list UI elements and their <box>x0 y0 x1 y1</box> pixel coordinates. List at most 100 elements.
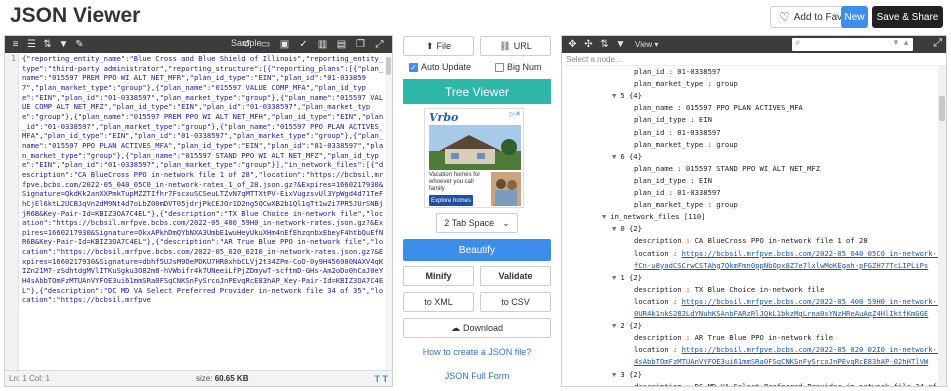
scroll-thumb[interactable] <box>386 57 391 75</box>
tree-node[interactable]: ▼ 5 {4} <box>612 90 642 102</box>
sort-icon[interactable]: ⇅ <box>598 38 611 51</box>
new-button[interactable]: New <box>841 6 868 28</box>
sort-icon[interactable]: ⇅ <box>41 38 54 51</box>
json-text[interactable]: {"reporting_entity_name":"Blue Cross and… <box>22 54 384 305</box>
tree-leaf[interactable]: location : https://bcbsil.mrfpve.bcbs.co… <box>634 344 938 356</box>
download-button[interactable]: ☁ Download <box>403 318 551 338</box>
ad-close-icon[interactable]: ▷✕ <box>510 110 521 118</box>
print-icon[interactable]: ▤ <box>335 38 348 51</box>
format-icon[interactable]: ≡ <box>9 38 22 51</box>
search-nav-icon[interactable]: ▼ ▲ <box>892 38 910 47</box>
add-to-fav-button[interactable]: ♡ Add to Fav <box>770 6 852 28</box>
tree-leaf[interactable]: plan_name : 015597 PPO PLAN ACTIVES_MFA <box>634 102 803 114</box>
tree-node[interactable]: ▼ 1 {2} <box>612 272 642 284</box>
save-share-button[interactable]: Save & Share <box>872 6 943 28</box>
tree-leaf[interactable]: description : CA BlueCross PPO in-networ… <box>634 235 868 247</box>
tree-leaf[interactable]: plan_market_type : group <box>634 139 738 151</box>
repair-icon[interactable]: ✎ <box>73 38 86 51</box>
tree-leaf[interactable]: plan_id : 01-0338597 <box>634 127 721 139</box>
advertisement[interactable]: Vrbo ▷✕ Vacation homes for whoever you c… <box>424 108 524 208</box>
tree-leaf[interactable]: plan_name : 015597 STAND PPO WI ALT NET_… <box>634 163 820 175</box>
tree-leaf[interactable]: 0UR4k1nkS282LdYNuhKSAnbFARzRlJQkL1bkzMgL… <box>634 308 928 320</box>
json-full-form-link[interactable]: JSON Full Form <box>403 371 551 381</box>
save-icon[interactable]: ▣ <box>278 38 291 51</box>
heart-icon: ♡ <box>779 10 790 24</box>
tree-node[interactable]: ▼ 3 {2} <box>612 369 642 381</box>
checkbox-checked-icon[interactable]: ✓ <box>409 62 418 72</box>
page-title: JSON Viewer <box>10 4 141 27</box>
location-link[interactable]: fCn-u8yadCSCrwCSTAhg7QkmFmn0ppNbOpx8Z7e7… <box>634 261 928 270</box>
fullscreen-icon[interactable]: ⤢ <box>373 38 386 51</box>
viewer-scrollbar[interactable] <box>938 66 946 386</box>
file-button[interactable]: ⬆ File <box>403 36 474 56</box>
minify-button[interactable]: Minify <box>403 266 474 286</box>
expand-toggle-icon[interactable]: ▼ <box>612 152 616 161</box>
code-editor[interactable]: 1 {"reporting_entity_name":"Blue Cross a… <box>5 53 392 371</box>
tree-leaf[interactable]: location : https://bcbsil.mrfpve.bcbs.co… <box>634 248 938 260</box>
tree-leaf[interactable]: 4sAbbTOmFzMTUAnVYFOE3ui61mmSRa0FSqCNKSnF… <box>634 356 928 368</box>
tree-leaf[interactable]: plan_id : 01-0338597 <box>634 187 721 199</box>
expand-toggle-icon[interactable]: ▼ <box>612 91 616 100</box>
beautify-button[interactable]: Beautify <box>403 239 551 261</box>
tree-leaf[interactable]: plan_market_type : group <box>634 199 738 211</box>
check-icon[interactable]: ✓ <box>297 38 310 51</box>
json-tree[interactable]: plan_id : 01-0338597 plan_market_type : g… <box>562 66 938 386</box>
text-tools-icon[interactable]: T T <box>375 374 389 384</box>
how-to-create-link[interactable]: How to create a JSON file? <box>403 347 551 357</box>
view-menu[interactable]: View ▾ <box>635 40 658 49</box>
tree-node[interactable]: ▼ 6 {4} <box>612 151 642 163</box>
ad-cta-button[interactable]: Explore homes <box>429 195 473 206</box>
tree-node[interactable]: ▼ in_network_files [110] <box>602 211 706 223</box>
node-text: 1 {2} <box>620 272 642 282</box>
auto-update-checkbox[interactable]: ✓ Auto Update <box>409 62 471 72</box>
ad-brand-logo: Vrbo <box>429 111 459 124</box>
url-button[interactable]: ⛓ URL <box>480 36 551 56</box>
checkbox-empty-icon[interactable] <box>495 62 504 72</box>
indent-select[interactable]: 2 Tab Space ⌄ <box>436 213 518 233</box>
node-text: plan_id : 01-0338597 <box>634 127 721 137</box>
location-link[interactable]: https://bcbsil.mrfpve.bcbs.com/2022-05_4… <box>682 297 938 306</box>
editor-scrollbar[interactable] <box>385 53 392 371</box>
history-icon[interactable]: ↺ <box>240 38 253 51</box>
delete-icon[interactable]: ▥ <box>316 38 329 51</box>
validate-button[interactable]: Validate <box>480 266 551 286</box>
location-link[interactable]: https://bcbsil.mrfpve.bcbs.com/2022-05_0… <box>682 345 938 354</box>
open-file-icon[interactable]: ▭ <box>259 38 272 51</box>
tree-leaf[interactable]: plan_id : 01-0338597 <box>634 66 721 78</box>
header: JSON Viewer ♡ Add to Fav New Save & Shar… <box>0 0 951 34</box>
expand-toggle-icon[interactable]: ▼ <box>602 212 606 221</box>
tree-viewer-button[interactable]: Tree Viewer <box>403 79 551 104</box>
expand-toggle-icon[interactable]: ▼ <box>612 273 616 282</box>
tree-node[interactable]: ▼ 2 {2} <box>612 320 642 332</box>
ad-people-image <box>491 172 521 206</box>
expand-toggle-icon[interactable]: ▼ <box>612 321 616 330</box>
compact-icon[interactable]: ☰ <box>25 38 38 51</box>
location-link[interactable]: 4sAbbTOmFzMTUAnVYFOE3ui61mmSRa0FSqCNKSnF… <box>634 357 928 366</box>
location-link[interactable]: 0UR4k1nkS282LdYNuhKSAnbFARzRlJQkL1bkzMgL… <box>634 309 928 318</box>
collapse-all-icon[interactable]: ✣ <box>582 38 595 51</box>
tree-leaf[interactable]: description : AR True Blue PPO in-networ… <box>634 332 833 344</box>
copy-icon[interactable]: ❐ <box>354 38 367 51</box>
node-text: in_network_files [110] <box>610 212 706 222</box>
to-csv-button[interactable]: to CSV <box>480 292 551 312</box>
node-text: plan_id : 01-0338597 <box>634 188 721 197</box>
filter-icon[interactable]: ▼ <box>614 38 627 51</box>
to-xml-button[interactable]: to XML <box>403 292 474 312</box>
tree-leaf[interactable]: plan_id_type : EIN <box>634 114 712 126</box>
expand-all-icon[interactable]: ✥ <box>566 38 579 51</box>
tree-leaf[interactable]: plan_id_type : EIN <box>634 175 712 187</box>
filter-icon[interactable]: ▼ <box>57 38 70 51</box>
scroll-thumb[interactable] <box>939 96 945 121</box>
tree-leaf[interactable]: description : TX Blue Choice in-network … <box>634 284 824 296</box>
expand-toggle-icon[interactable]: ▼ <box>612 370 616 379</box>
fullscreen-icon[interactable]: ⤢ <box>933 37 942 50</box>
tree-node[interactable]: ▼ 0 {2} <box>612 223 642 235</box>
location-link[interactable]: https://bcbsil.mrfpve.bcbs.com/2022-05_0… <box>682 249 938 258</box>
tree-leaf[interactable]: plan_market_type : group <box>634 78 738 90</box>
tree-leaf[interactable]: fCn-u8yadCSCrwCSTAhg7QkmFmn0ppNbOpx8Z7e7… <box>634 260 928 272</box>
viewer-search-input[interactable]: ⌕ ▼ ▲ <box>792 37 913 51</box>
big-num-checkbox[interactable]: Big Num <box>495 62 542 72</box>
expand-toggle-icon[interactable]: ▼ <box>612 224 616 233</box>
tree-leaf[interactable]: location : https://bcbsil.mrfpve.bcbs.co… <box>634 296 938 308</box>
tree-leaf[interactable]: description : DC MD VA Select Preferred … <box>634 381 938 386</box>
